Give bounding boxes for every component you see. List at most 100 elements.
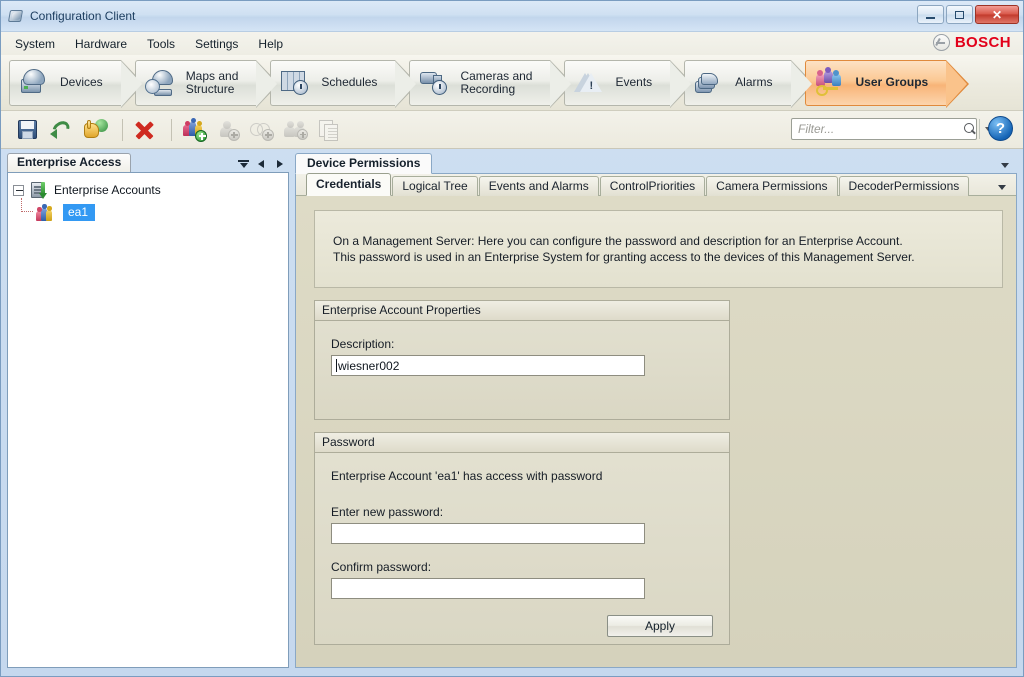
toolbar-separator: [171, 118, 172, 141]
sidebar-controls: [238, 159, 285, 170]
save-icon[interactable]: [13, 116, 43, 144]
enterprise-accounts-tree[interactable]: Enterprise Accounts ea1: [7, 172, 289, 668]
user-groups-icon: [814, 66, 848, 99]
content-panel: Device Permissions Credentials Logical T…: [295, 153, 1017, 668]
tab-events-and-alarms[interactable]: Events and Alarms: [478, 176, 599, 196]
sidebar-header: Enterprise Access: [7, 153, 289, 172]
ribbon-tab-label: Maps and Structure: [185, 68, 239, 96]
collapse-icon[interactable]: [13, 184, 24, 196]
menu-item-help[interactable]: Help: [258, 35, 294, 53]
activate-configuration-icon[interactable]: [81, 116, 111, 144]
scroll-left-icon[interactable]: [256, 159, 267, 170]
apply-row: Apply: [331, 615, 713, 637]
ribbon-tabs: Devices Maps and Structure Schedules Cam…: [1, 55, 1023, 111]
ribbon-tab-schedules[interactable]: Schedules: [270, 59, 419, 108]
pin-dropdown-icon[interactable]: [238, 159, 249, 170]
ribbon-tab-label: Cameras and Recording: [460, 68, 533, 96]
ribbon-tab-alarms[interactable]: Alarms: [684, 59, 814, 108]
minimize-button[interactable]: [917, 5, 944, 24]
ribbon-tab-maps-and-structure[interactable]: Maps and Structure: [134, 59, 280, 108]
confirm-password-label: Confirm password:: [331, 560, 432, 574]
bosch-mark-icon: [932, 34, 950, 51]
tab-control-priorities[interactable]: ControlPriorities: [599, 176, 706, 196]
bosch-logo: BOSCH: [932, 34, 1011, 51]
menu-item-tools[interactable]: Tools: [147, 35, 186, 53]
apply-button[interactable]: Apply: [607, 615, 713, 637]
tab-credentials[interactable]: Credentials: [306, 173, 392, 196]
new-password-input[interactable]: [331, 523, 645, 544]
tree-node-label: ea1: [63, 203, 96, 221]
main-body: Enterprise Access Enterprise Accounts ea…: [1, 149, 1023, 676]
info-line-2: This password is used in an Enterprise S…: [333, 250, 915, 264]
tab-device-permissions[interactable]: Device Permissions: [295, 153, 433, 174]
description-label: Description:: [331, 337, 395, 351]
undo-icon[interactable]: [47, 116, 77, 144]
enterprise-account-properties-group: Enterprise Account Properties Descriptio…: [314, 300, 730, 420]
menu-bar: System Hardware Tools Settings Help BOSC…: [1, 32, 1023, 55]
groups-column: Enterprise Account Properties Descriptio…: [314, 300, 730, 657]
device-permissions-panel: Credentials Logical Tree Events and Alar…: [295, 173, 1017, 668]
tab-decoder-permissions[interactable]: DecoderPermissions: [838, 176, 970, 196]
ribbon-tab-label: User Groups: [855, 75, 929, 89]
ribbon-tab-devices[interactable]: Devices: [9, 59, 144, 108]
close-button[interactable]: ✕: [975, 5, 1019, 24]
enterprise-access-panel: Enterprise Access Enterprise Accounts ea…: [7, 153, 289, 668]
sidebar-tab-enterprise-access[interactable]: Enterprise Access: [7, 153, 132, 172]
groups-wrapper: Enterprise Account Properties Descriptio…: [314, 300, 1003, 657]
new-password-block: Enter new password:: [331, 505, 713, 544]
delete-icon[interactable]: [130, 116, 160, 144]
title-bar: Configuration Client ✕: [1, 1, 1023, 32]
text-caret: [336, 359, 337, 372]
confirm-password-block: Confirm password:: [331, 560, 713, 599]
ribbon-tab-events[interactable]: ! Events: [564, 59, 693, 108]
maximize-button[interactable]: [946, 5, 973, 24]
ribbon-tab-label: Schedules: [321, 75, 378, 89]
alarms-icon: [693, 67, 727, 99]
application-window: Configuration Client ✕ System Hardware T…: [0, 0, 1024, 677]
ribbon-tab-label: Events: [615, 75, 653, 89]
copy-icon: [315, 116, 345, 144]
tab-logical-tree[interactable]: Logical Tree: [392, 176, 478, 196]
password-group: Password Enterprise Account 'ea1' has ac…: [314, 432, 730, 645]
menu-item-hardware[interactable]: Hardware: [75, 35, 138, 53]
help-button[interactable]: ?: [988, 116, 1013, 141]
close-icon: ✕: [991, 7, 1003, 22]
maps-structure-icon: [144, 67, 178, 99]
toolbar-separator: [122, 118, 123, 141]
app-icon: [7, 8, 24, 24]
menu-item-system[interactable]: System: [15, 35, 66, 53]
events-icon: !: [573, 67, 607, 99]
devices-icon: [18, 67, 52, 99]
tab-camera-permissions[interactable]: Camera Permissions: [706, 176, 838, 196]
add-user-group-icon[interactable]: [179, 116, 209, 144]
filter-box[interactable]: [791, 118, 991, 140]
subtabstrip-dropdown-icon[interactable]: [998, 185, 1006, 190]
menu-item-settings[interactable]: Settings: [195, 35, 249, 53]
credentials-tabstrip: Credentials Logical Tree Events and Alar…: [296, 173, 1016, 196]
add-enterprise-user-group-icon: [281, 116, 311, 144]
ribbon-tab-cameras-and-recording[interactable]: Cameras and Recording: [409, 59, 574, 108]
description-input[interactable]: wiesner002: [331, 355, 645, 376]
credentials-tab-body: On a Management Server: Here you can con…: [296, 196, 1016, 667]
icon-toolbar: ?: [1, 111, 1023, 149]
search-icon[interactable]: [961, 119, 979, 139]
ribbon-tab-label: Devices: [60, 75, 103, 89]
add-dual-authorization-group-icon: [247, 116, 277, 144]
schedules-icon: [279, 67, 313, 99]
ribbon-tab-user-groups[interactable]: User Groups: [804, 59, 969, 108]
new-password-label: Enter new password:: [331, 505, 444, 519]
device-permissions-tabstrip: Device Permissions: [295, 153, 1017, 174]
filter-input[interactable]: [792, 119, 961, 139]
tabstrip-dropdown-icon[interactable]: [1001, 163, 1009, 168]
tree-node-ea1[interactable]: ea1: [21, 198, 283, 222]
cameras-recording-icon: [418, 67, 452, 99]
bosch-wordmark: BOSCH: [954, 34, 1011, 51]
group-title: Password: [315, 433, 729, 453]
password-access-note: Enterprise Account 'ea1' has access with…: [331, 469, 603, 483]
tree-node-enterprise-accounts[interactable]: Enterprise Accounts: [13, 180, 283, 200]
scroll-right-icon[interactable]: [274, 159, 285, 170]
group-body: Description: wiesner002: [315, 321, 729, 392]
window-title: Configuration Client: [30, 9, 136, 23]
info-line-1: On a Management Server: Here you can con…: [333, 234, 903, 248]
confirm-password-input[interactable]: [331, 578, 645, 599]
